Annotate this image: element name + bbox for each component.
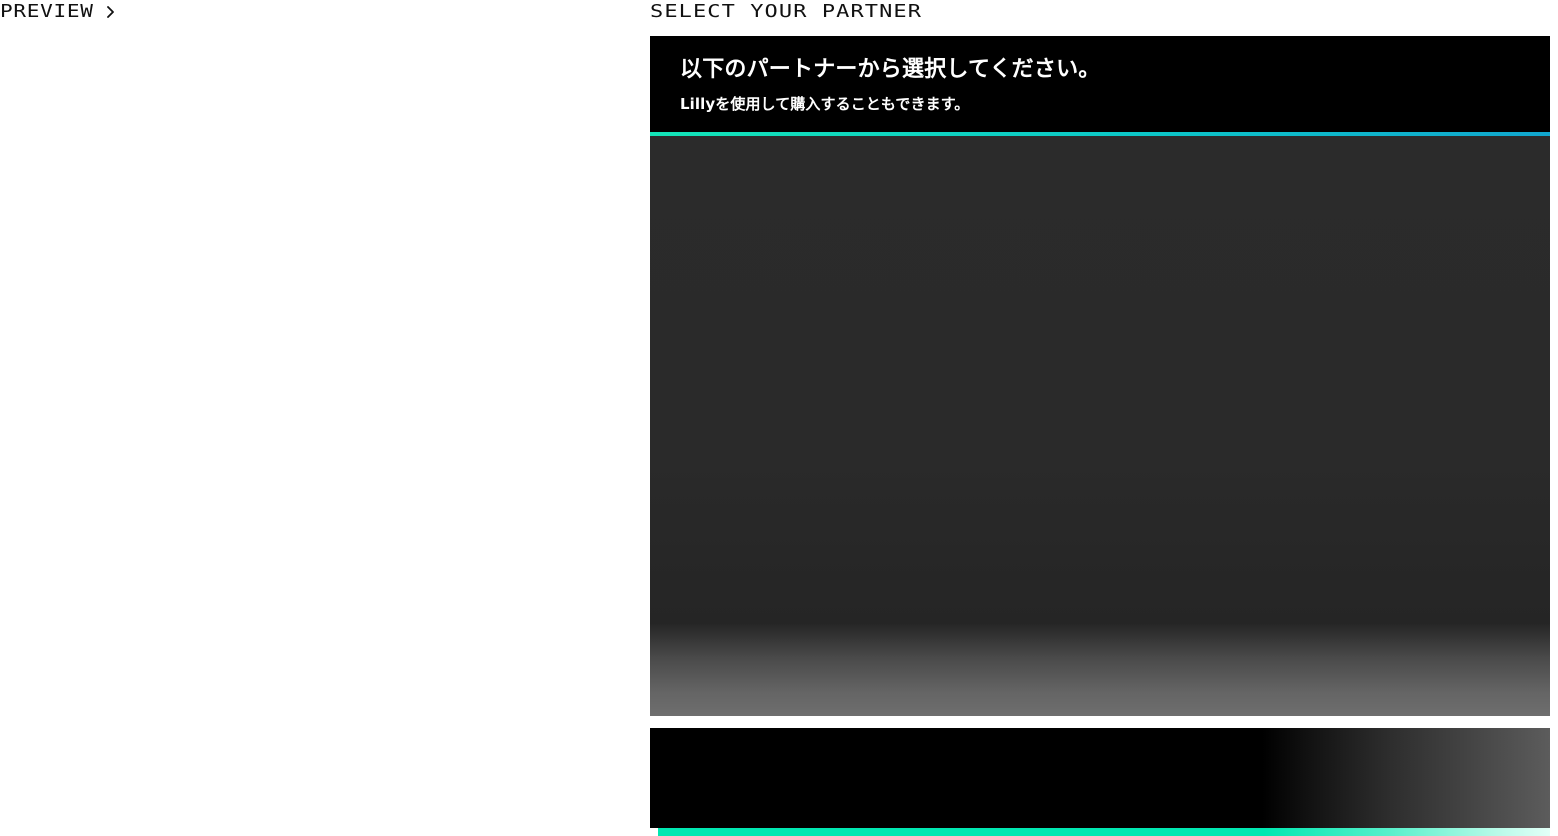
preview-panel: PREVIEW (0, 0, 620, 836)
bottom-accent-bar (658, 828, 1550, 836)
preview-label: PREVIEW (0, 1, 94, 22)
partner-card-title: 以下のパートナーから選択してください。 (680, 57, 1101, 82)
chevron-right-icon (106, 1, 116, 23)
partner-card: 以下のパートナーから選択してください。 Lillyを使用して購入することもできま… (650, 36, 1550, 716)
section-title: SELECT YOUR PARTNER (650, 1, 923, 22)
partner-card-header: 以下のパートナーから選択してください。 Lillyを使用して購入することもできま… (650, 36, 1550, 132)
partner-selection-panel: SELECT YOUR PARTNER 以下のパートナーから選択してください。 … (650, 0, 1550, 836)
page: PREVIEW SELECT YOUR PARTNER 以下のパートナーから選択… (0, 0, 1558, 836)
bottom-card (650, 728, 1550, 828)
preview-toggle[interactable]: PREVIEW (0, 1, 116, 23)
partner-list-area (650, 136, 1550, 716)
partner-card-subtitle: Lillyを使用して購入することもできます。 (680, 95, 970, 113)
